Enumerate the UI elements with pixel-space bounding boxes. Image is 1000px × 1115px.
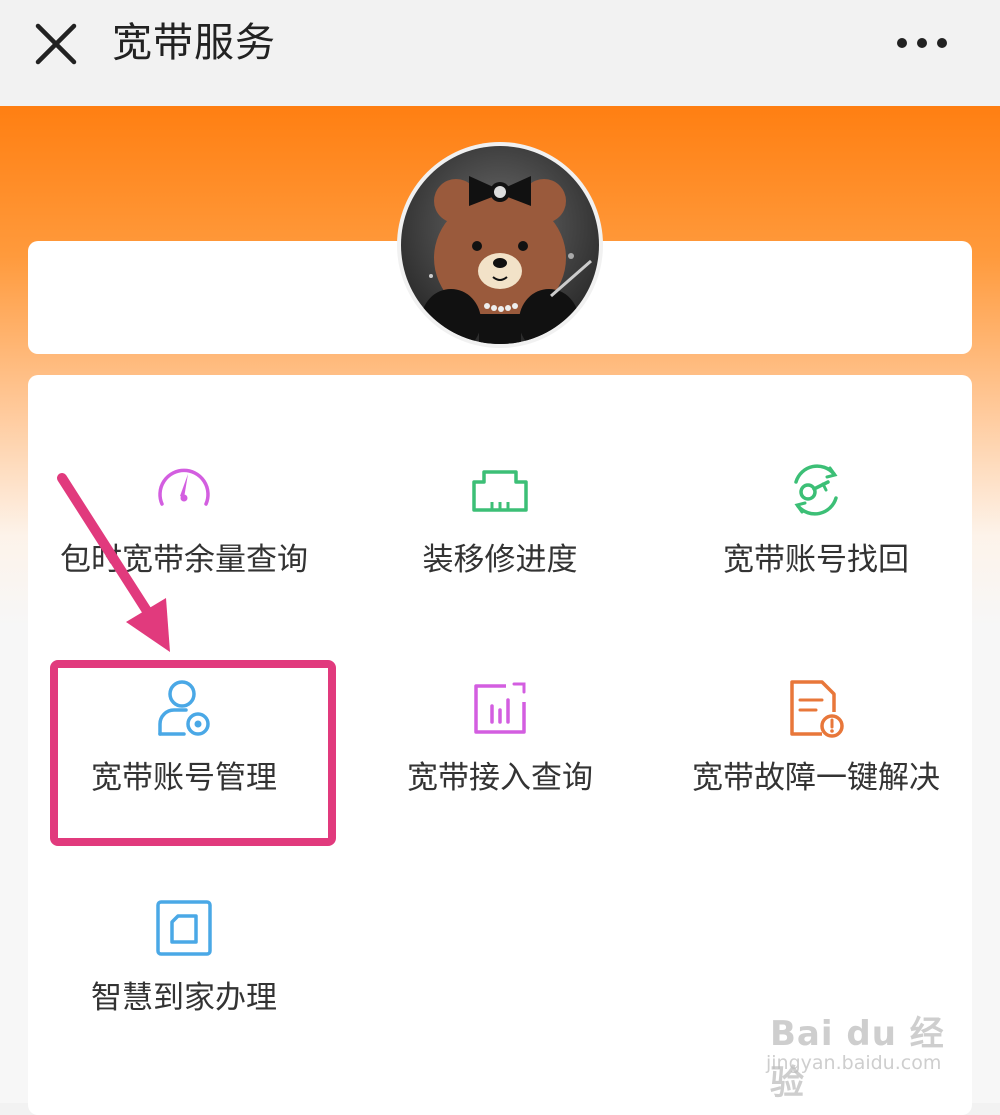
ethernet-port-icon xyxy=(472,470,528,512)
more-button[interactable] xyxy=(890,30,960,56)
more-dots-icon xyxy=(897,38,947,48)
menu-item-fault-one-click[interactable]: 宽带故障一键解决 xyxy=(666,678,966,868)
menu-item-label: 宽带故障一键解决 xyxy=(692,760,940,796)
menu-item-account-recovery[interactable]: 宽带账号找回 xyxy=(666,460,966,650)
menu-item-label: 装移修进度 xyxy=(422,542,578,578)
home-box-icon xyxy=(156,900,212,956)
menu-item-install-progress[interactable]: 装移修进度 xyxy=(350,460,650,650)
speedometer-icon xyxy=(158,468,210,506)
page-title: 宽带服务 xyxy=(112,20,276,66)
menu-item-label: 宽带账号找回 xyxy=(723,542,909,578)
menu-item-label: 宽带账号管理 xyxy=(91,760,277,796)
close-icon xyxy=(35,23,77,65)
key-refresh-icon xyxy=(794,464,838,516)
watermark: Bai du 经验 jingyan.baidu.com xyxy=(762,990,962,1103)
bar-chart-icon xyxy=(474,682,526,734)
menu-item-label: 包时宽带余量查询 xyxy=(60,542,308,578)
menu-item-timed-broadband-balance[interactable]: 包时宽带余量查询 xyxy=(34,460,334,650)
menu-item-account-management[interactable]: 宽带账号管理 xyxy=(34,678,334,868)
user-settings-icon xyxy=(158,680,210,736)
close-button[interactable] xyxy=(30,18,82,70)
menu-item-smart-home[interactable]: 智慧到家办理 xyxy=(34,898,334,1088)
bear-avatar xyxy=(401,146,599,344)
menu-item-label: 智慧到家办理 xyxy=(91,980,277,1016)
watermark-url: jingyan.baidu.com xyxy=(766,1052,942,1074)
avatar[interactable] xyxy=(401,146,599,344)
top-bar: 宽带服务 xyxy=(0,0,1000,106)
menu-item-access-query[interactable]: 宽带接入查询 xyxy=(350,678,650,868)
menu-item-label: 宽带接入查询 xyxy=(407,760,593,796)
document-warning-icon xyxy=(790,680,844,738)
